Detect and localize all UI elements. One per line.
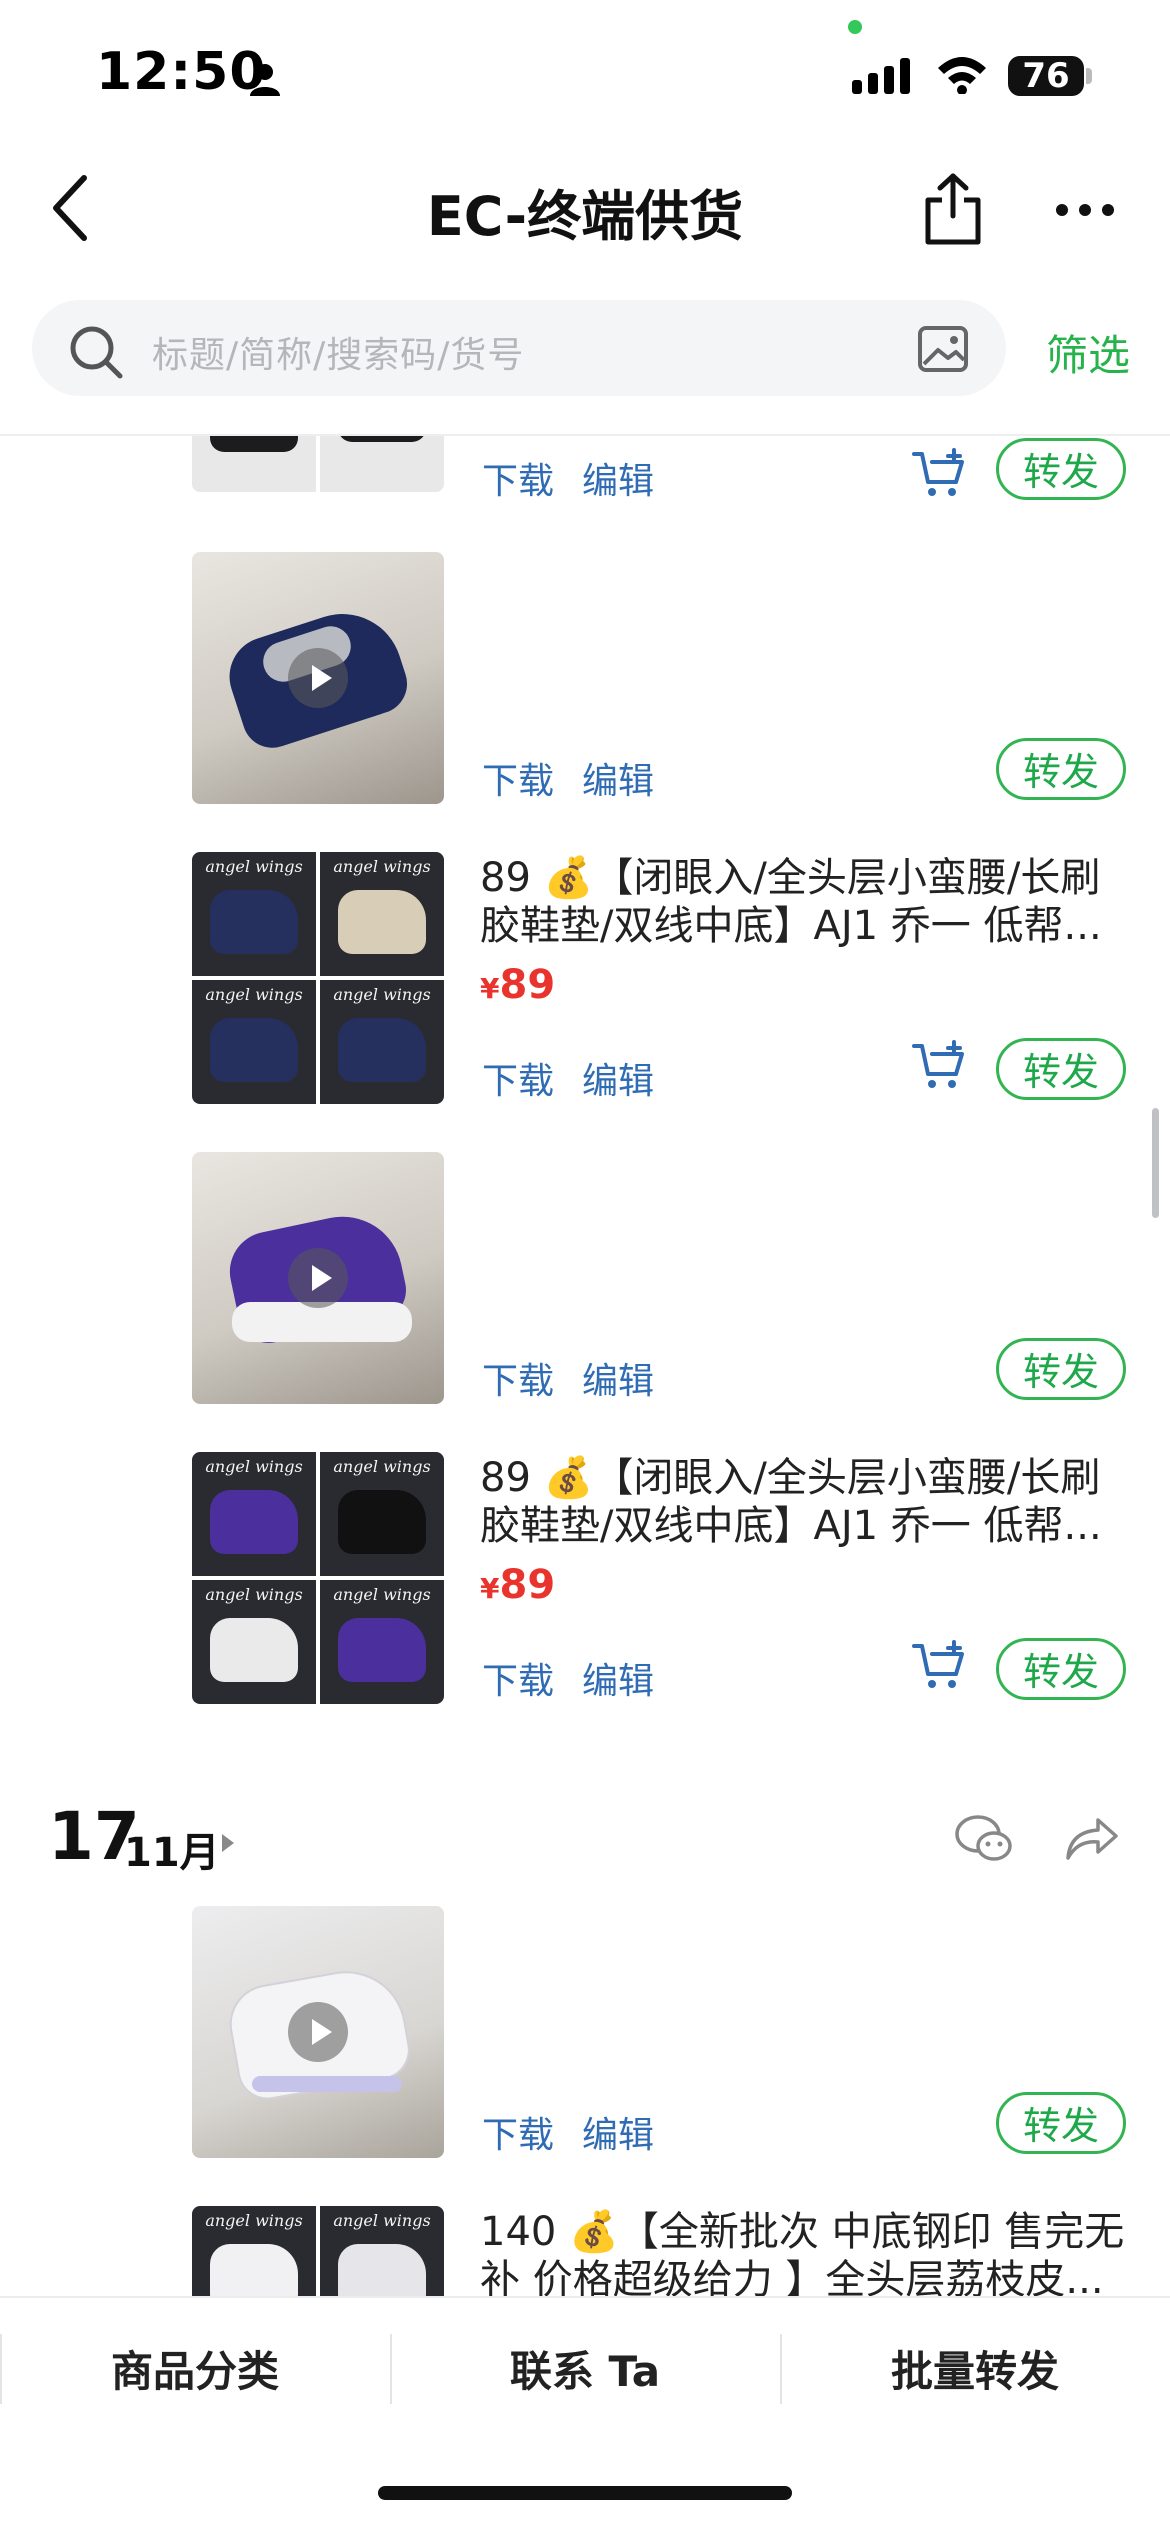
edit-link[interactable]: 编辑 xyxy=(582,461,654,502)
download-link[interactable]: 下载 xyxy=(482,1061,554,1102)
edit-link[interactable]: 编辑 xyxy=(582,1361,654,1402)
filter-button[interactable]: 筛选 xyxy=(1046,322,1130,383)
status-time: 12:50 xyxy=(96,42,267,102)
battery-tip xyxy=(1086,68,1092,84)
search-placeholder: 标题/简称/搜索码/货号 xyxy=(152,335,525,376)
item-actions: 下载 编辑 xyxy=(482,452,682,504)
item-actions: 下载 编辑 xyxy=(482,2106,682,2158)
product-thumbnail-grid[interactable]: angel wings angel wings angel wings ange… xyxy=(192,1452,444,1704)
product-thumbnail-grid[interactable]: angel wings angel wings angel wings ange… xyxy=(192,852,444,1104)
product-description[interactable]: 140 💰【全新批次 中底钢印 售完无补 价格超级给力 】全头层荔枝皮... xyxy=(480,2208,1130,2296)
wifi-icon xyxy=(938,57,986,94)
search-icon xyxy=(70,326,123,379)
item-actions: 下载 编辑 xyxy=(482,1352,682,1404)
image-search-icon[interactable] xyxy=(916,324,972,376)
download-link[interactable]: 下载 xyxy=(482,1661,554,1702)
tab-batch-forward[interactable]: 批量转发 xyxy=(780,2338,1170,2399)
tab-contact[interactable]: 联系 Ta xyxy=(390,2338,780,2399)
download-link[interactable]: 下载 xyxy=(482,761,554,802)
share-arrow-icon[interactable] xyxy=(1064,1814,1120,1864)
product-list[interactable]: 下载 编辑 转发 下载 编辑 转发 angel wings angel wings … xyxy=(0,436,1170,2296)
forward-button[interactable]: 转发 xyxy=(996,1038,1126,1100)
more-options-icon[interactable] xyxy=(1050,180,1120,240)
tab-product-categories[interactable]: 商品分类 xyxy=(0,2338,390,2399)
edit-link[interactable]: 编辑 xyxy=(582,761,654,802)
page-title: EC-终端供货 xyxy=(426,185,744,248)
download-link[interactable]: 下载 xyxy=(482,461,554,502)
forward-button[interactable]: 转发 xyxy=(996,738,1126,800)
edit-link[interactable]: 编辑 xyxy=(582,1661,654,1702)
item-actions: 下载 编辑 xyxy=(482,1652,682,1704)
forward-button[interactable]: 转发 xyxy=(996,2092,1126,2154)
product-price: ¥89 xyxy=(480,962,556,1008)
forward-button[interactable]: 转发 xyxy=(996,1338,1126,1400)
add-to-cart-icon[interactable] xyxy=(912,1040,968,1092)
forward-button[interactable]: 转发 xyxy=(996,438,1126,500)
scrollbar[interactable] xyxy=(1152,1108,1159,1218)
product-video-thumbnail[interactable] xyxy=(192,1152,444,1404)
download-link[interactable]: 下载 xyxy=(482,2115,554,2156)
play-icon xyxy=(288,2002,348,2062)
battery-indicator: 76 xyxy=(1008,56,1084,96)
privacy-indicator-dot xyxy=(848,20,862,34)
edit-link[interactable]: 编辑 xyxy=(582,2115,654,2156)
product-description[interactable]: 89 💰【闭眼入/全头层小蛮腰/长刷胶鞋垫/双线中底】AJ1 乔一 低帮... xyxy=(480,1454,1130,1550)
forward-button[interactable]: 转发 xyxy=(996,1638,1126,1700)
download-link[interactable]: 下载 xyxy=(482,1361,554,1402)
product-description[interactable]: 89 💰【闭眼入/全头层小蛮腰/长刷胶鞋垫/双线中底】AJ1 乔一 低帮... xyxy=(480,854,1130,950)
date-month: 11月 xyxy=(124,1830,220,1876)
cellular-signal-icon xyxy=(852,58,910,94)
play-icon xyxy=(288,1248,348,1308)
item-actions: 下载 编辑 xyxy=(482,1052,682,1104)
wechat-icon[interactable] xyxy=(954,1812,1014,1866)
product-video-thumbnail[interactable] xyxy=(192,1906,444,2158)
add-to-cart-icon[interactable] xyxy=(912,1640,968,1692)
add-to-cart-icon[interactable] xyxy=(912,448,968,500)
share-icon[interactable] xyxy=(918,168,988,248)
play-icon xyxy=(288,648,348,708)
edit-link[interactable]: 编辑 xyxy=(582,1061,654,1102)
expand-arrow-icon[interactable] xyxy=(222,1834,234,1852)
person-icon xyxy=(250,64,280,96)
item-actions: 下载 编辑 xyxy=(482,752,682,804)
product-thumbnail-grid[interactable]: angel wings angel wings xyxy=(192,2206,444,2296)
product-price: ¥89 xyxy=(480,1562,556,1608)
product-thumbnail-grid[interactable] xyxy=(192,436,444,492)
product-video-thumbnail[interactable] xyxy=(192,552,444,804)
home-indicator xyxy=(378,2486,792,2500)
